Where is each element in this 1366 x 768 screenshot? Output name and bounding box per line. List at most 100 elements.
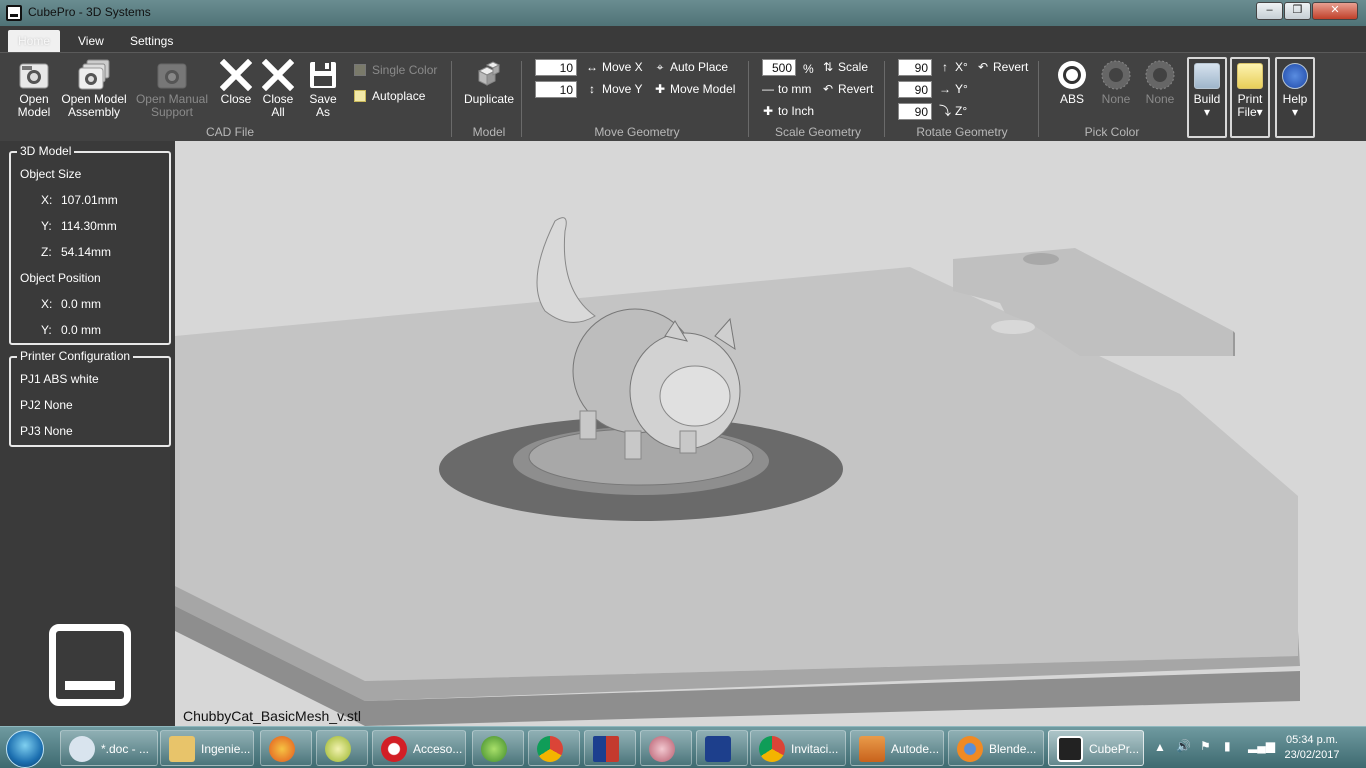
checkbox-box (354, 64, 366, 76)
search-icon (69, 735, 95, 762)
color-none-button-2[interactable]: None (1096, 59, 1136, 106)
group-label-cad-file: CAD File (205, 125, 254, 139)
color-none-button-3[interactable]: None (1140, 59, 1180, 106)
move-y-input[interactable]: 10 (535, 81, 577, 98)
autoplace-checkbox[interactable]: Autoplace (354, 89, 425, 103)
rotate-z-button[interactable]: ⤵ Z° (938, 104, 967, 118)
rotate-x-button[interactable]: ↑ X° (938, 60, 968, 74)
rotate-y-button[interactable]: → Y° (938, 82, 968, 96)
help-button[interactable]: Help ▾ (1275, 57, 1315, 138)
firefox-icon (269, 735, 295, 762)
revert-arrow-icon: ↶ (977, 60, 989, 74)
open-model-assembly-button[interactable]: Open Model Assembly (58, 59, 130, 119)
scale-button[interactable]: ⇅ Scale (821, 60, 868, 74)
folder-camera-icon (19, 63, 49, 89)
autodesk-icon (859, 735, 885, 762)
color-abs-button[interactable]: ABS (1052, 59, 1092, 106)
group-label-rotate-geometry: Rotate Geometry (916, 125, 1008, 139)
move-x-button[interactable]: ↔ Move X (585, 60, 643, 74)
object-size-label: Object Size (20, 167, 82, 181)
action-center-flag-icon[interactable]: ⚑ (1200, 739, 1211, 753)
move-y-button[interactable]: ↕ Move Y (585, 82, 642, 96)
task-globe[interactable] (472, 730, 524, 766)
duplicate-button[interactable]: Duplicate (460, 61, 518, 106)
close-all-x-icon (262, 59, 294, 91)
save-as-button[interactable]: Save As (304, 59, 342, 119)
rotate-z-input[interactable]: 90 (898, 103, 932, 120)
rotate-revert-button[interactable]: ↶ Revert (976, 60, 1028, 74)
network-signal-icon[interactable]: ▂▄▆ (1248, 739, 1275, 753)
to-inch-button[interactable]: ✚ to Inch (761, 104, 814, 118)
scale-input[interactable]: 500 (762, 59, 796, 76)
close-window-button[interactable]: ✕ (1312, 2, 1358, 20)
pos-y-value: 0.0 mm (61, 323, 102, 337)
3d-viewport[interactable]: ChubbyCat_BasicMesh_v.stl (175, 141, 1366, 726)
arrow-curve-down-icon: ⤵ (938, 104, 951, 118)
volume-icon[interactable]: 🔊 (1176, 739, 1191, 753)
close-all-button[interactable]: Close All (260, 59, 296, 119)
checkbox-checked-box (354, 90, 366, 102)
start-button[interactable] (6, 730, 44, 768)
group-separator (1038, 61, 1039, 137)
model-info-box: 3D Model Object Size X: 107.01mm Y: 114.… (9, 144, 171, 345)
plate-hole (1023, 253, 1059, 265)
folder-camera-disabled-icon (157, 63, 187, 89)
chrome-icon (759, 735, 785, 762)
rotate-y-input[interactable]: 90 (898, 81, 932, 98)
group-label-scale-geometry: Scale Geometry (774, 125, 862, 139)
move-x-input[interactable]: 10 (535, 59, 577, 76)
battery-icon[interactable]: ▮ (1224, 739, 1231, 753)
tab-view[interactable]: View (68, 30, 114, 52)
single-color-checkbox[interactable]: Single Color (354, 63, 437, 77)
group-separator (521, 61, 522, 137)
task-chrome-invitation[interactable]: Invitaci... (750, 730, 846, 766)
chrome-icon (537, 735, 563, 762)
taskbar: *.doc - ... Ingenie... Acceso... Invitac… (0, 726, 1366, 768)
object-position-label: Object Position (20, 271, 101, 285)
title-bar: CubePro - 3D Systems – ❒ ✕ (0, 0, 1366, 26)
printer-config-box: Printer Configuration PJ1 ABS white PJ2 … (9, 349, 171, 447)
task-folder[interactable]: Ingenie... (160, 730, 254, 766)
folder-icon (169, 735, 195, 762)
size-y-label: Y: (41, 219, 52, 233)
task-chrome[interactable] (528, 730, 580, 766)
group-label-pick-color: Pick Color (1084, 125, 1140, 139)
task-firefox[interactable] (260, 730, 312, 766)
print-file-button[interactable]: Print File▾ (1230, 57, 1270, 138)
rotate-x-input[interactable]: 90 (898, 59, 932, 76)
ribbon: Open Model Open Model Assembly Open Manu… (0, 52, 1366, 141)
window-title: CubePro - 3D Systems (28, 5, 151, 19)
maximize-button[interactable]: ❒ (1284, 2, 1311, 20)
task-pinwheel[interactable] (640, 730, 692, 766)
size-z-label: Z: (41, 245, 52, 259)
task-wb[interactable] (696, 730, 748, 766)
help-question-icon (1282, 63, 1308, 89)
task-app[interactable] (584, 730, 636, 766)
task-sync[interactable] (316, 730, 368, 766)
pj2-row: PJ2 None (20, 398, 73, 412)
task-opera[interactable]: Acceso... (372, 730, 466, 766)
tray-show-hidden-icon[interactable]: ▲ (1154, 740, 1166, 754)
move-model-button[interactable]: ✚ Move Model (653, 82, 735, 96)
open-manual-support-button[interactable]: Open Manual Support (134, 59, 210, 119)
scale-unit-label: % (803, 62, 814, 76)
tab-settings[interactable]: Settings (120, 30, 183, 52)
auto-place-button[interactable]: ⌖ Auto Place (653, 60, 728, 74)
build-button[interactable]: Build ▾ (1187, 57, 1227, 138)
task-doc-search[interactable]: *.doc - ... (60, 730, 158, 766)
task-blender[interactable]: Blende... (948, 730, 1044, 766)
system-clock[interactable]: 05:34 p.m. 23/02/2017 (1276, 733, 1348, 763)
close-button[interactable]: Close (218, 59, 254, 106)
minimize-button[interactable]: – (1256, 2, 1283, 20)
print-file-icon (1237, 63, 1263, 89)
open-model-button[interactable]: Open Model (12, 59, 56, 119)
task-autodesk[interactable]: Autode... (850, 730, 944, 766)
to-mm-button[interactable]: — to mm (761, 82, 811, 96)
task-cubepro[interactable]: CubePr... (1048, 730, 1144, 766)
group-separator (451, 61, 452, 137)
tab-home[interactable]: Home (8, 30, 61, 52)
cubepro-logo-icon (49, 624, 131, 706)
scale-revert-button[interactable]: ↶ Revert (821, 82, 873, 96)
group-separator (748, 61, 749, 137)
size-y-value: 114.30mm (61, 219, 117, 233)
